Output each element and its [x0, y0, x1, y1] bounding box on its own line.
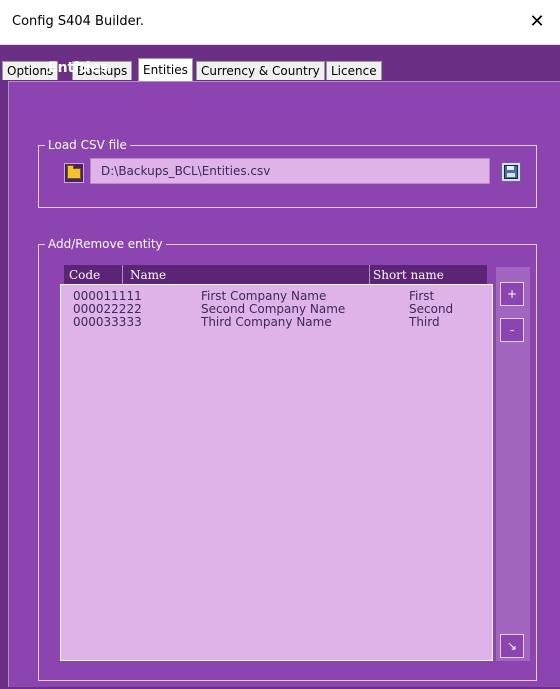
load-button[interactable] — [501, 162, 521, 182]
column-header-code[interactable]: Code — [69, 268, 100, 282]
title-bar: Config S404 Builder. ✕ — [0, 0, 560, 45]
tab-licence[interactable]: Licence — [326, 61, 382, 80]
folder-icon — [67, 164, 81, 179]
add-entity-button[interactable]: + — [500, 282, 524, 306]
add-remove-legend: Add/Remove entity — [45, 237, 166, 251]
list-item[interactable]: 000033333 Third Company Name Third — [61, 316, 492, 329]
floppy-disk-icon — [504, 165, 518, 179]
window-title: Config S404 Builder. — [12, 14, 144, 29]
tab-currency-country[interactable]: Currency & Country — [196, 61, 325, 80]
header-divider — [369, 265, 370, 285]
entity-name: Third Company Name — [201, 315, 332, 329]
remove-entity-button[interactable]: - — [500, 318, 524, 342]
entity-list[interactable]: 000011111 First Company Name First 00002… — [60, 284, 493, 661]
entity-code: 000033333 — [73, 315, 142, 329]
column-header-name[interactable]: Name — [130, 268, 166, 282]
open-file-button[interactable] — [64, 163, 84, 183]
entity-short-name: Third — [409, 315, 440, 329]
close-button[interactable]: ✕ — [524, 9, 550, 35]
page-title: Entities — [48, 60, 109, 76]
list-header: Code Name Short name — [64, 265, 487, 285]
header-divider — [122, 265, 123, 285]
tab-entities[interactable]: Entities — [138, 58, 193, 81]
resize-handle-button[interactable]: ↘ — [500, 634, 524, 658]
load-csv-legend: Load CSV file — [45, 138, 130, 152]
column-header-short-name[interactable]: Short name — [373, 268, 444, 282]
csv-path-value: D:\Backups_BCL\Entities.csv — [101, 164, 271, 178]
csv-path-field[interactable]: D:\Backups_BCL\Entities.csv — [90, 158, 490, 184]
